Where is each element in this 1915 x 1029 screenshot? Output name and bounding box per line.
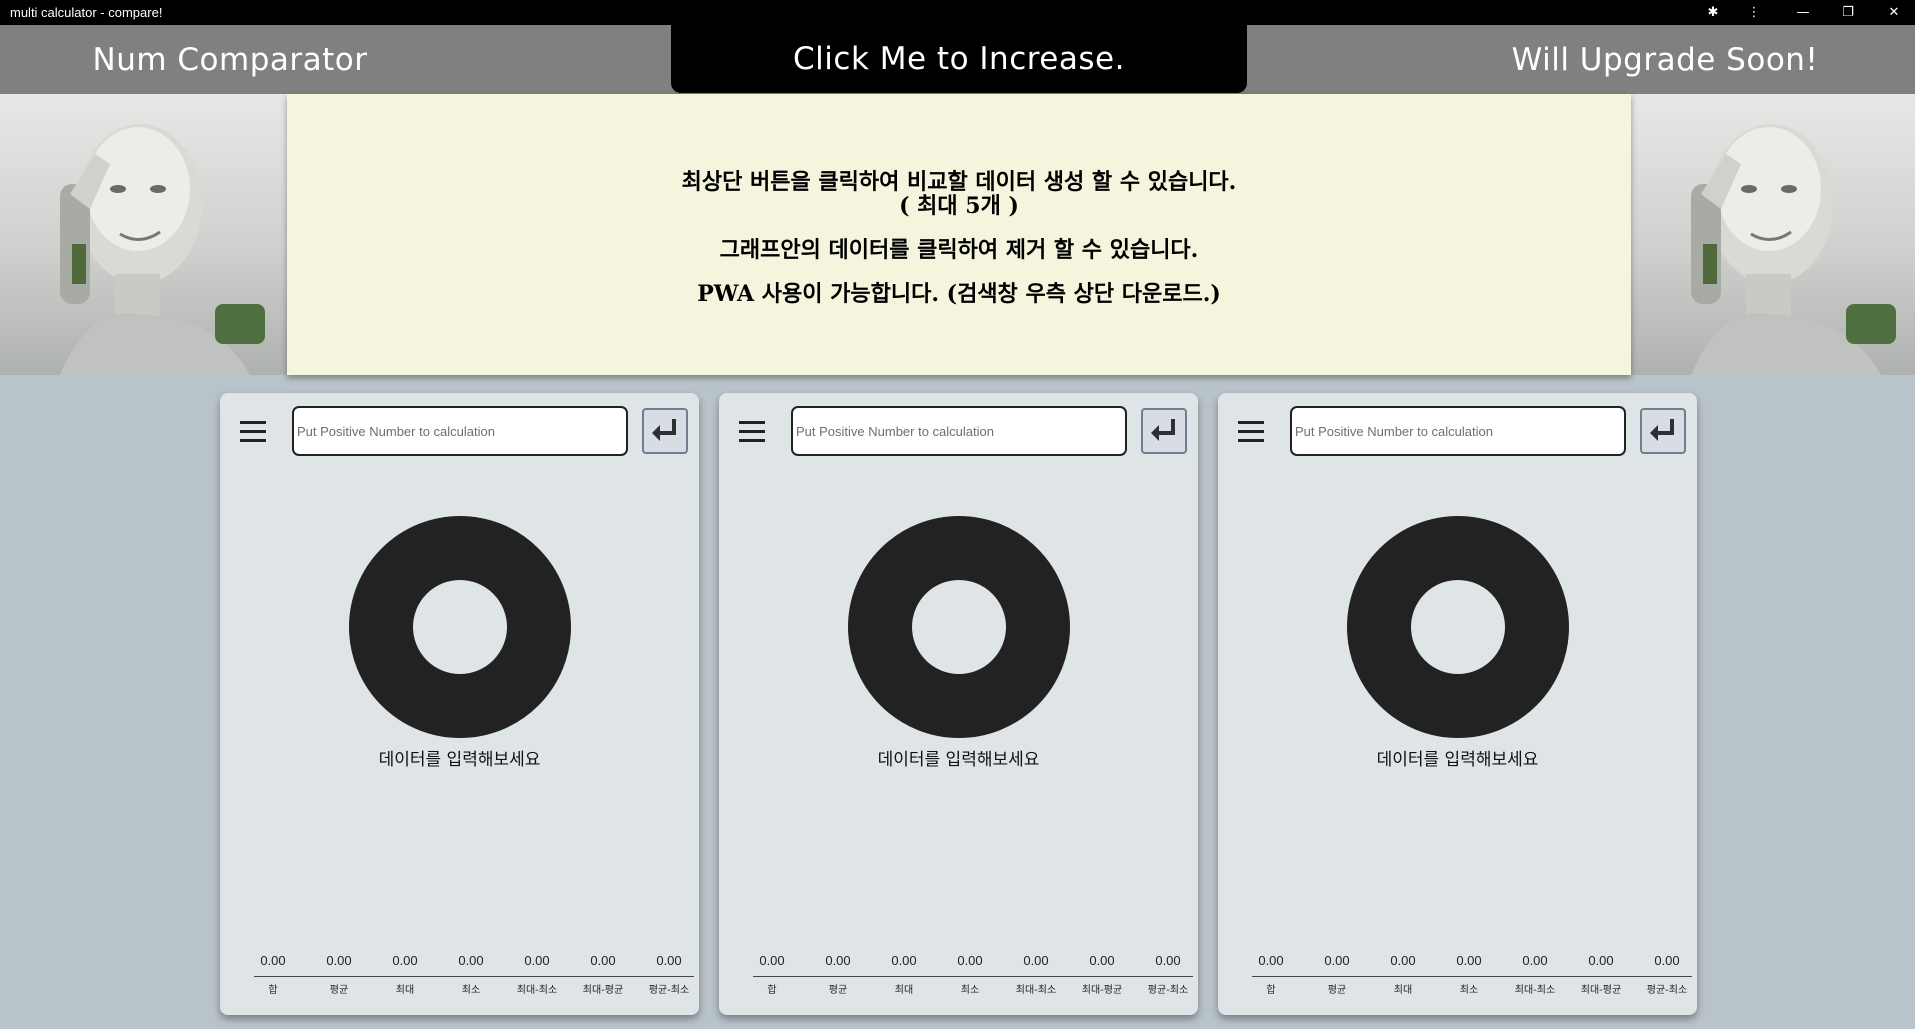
restore-button[interactable]: ❐ — [1830, 0, 1866, 25]
instruction-line-2: ( 최대 5개 ) — [899, 193, 1019, 219]
calculator-card: 데이터를 입력해보세요 0.00 0.00 0.00 0.00 0.00 0.0… — [719, 393, 1198, 1015]
menu-icon[interactable] — [1238, 421, 1264, 443]
stat-avg-min-label: 평균-최소 — [648, 985, 690, 996]
stat-max-min-label: 최대-최소 — [1514, 985, 1556, 996]
stat-min-value: 0.00 — [957, 953, 983, 968]
stat-max-avg-label: 최대-평균 — [1580, 985, 1622, 996]
stat-max-label: 최대 — [1393, 985, 1413, 996]
stat-avg-min-value: 0.00 — [1654, 953, 1680, 968]
stat-max-min-value: 0.00 — [1023, 953, 1049, 968]
menu-icon[interactable] — [240, 421, 266, 443]
stat-average-value: 0.00 — [326, 953, 352, 968]
app-header: Num Comparator Click Me to Increase. Wil… — [0, 25, 1915, 94]
number-input[interactable] — [1290, 406, 1626, 456]
donut-chart[interactable] — [1346, 515, 1570, 739]
stat-max-min-value: 0.00 — [524, 953, 550, 968]
stats-divider — [254, 976, 694, 977]
stat-max-value: 0.00 — [392, 953, 418, 968]
increase-button[interactable]: Click Me to Increase. — [671, 25, 1247, 93]
stat-max-label: 최대 — [395, 985, 415, 996]
stat-sum-value: 0.00 — [1258, 953, 1284, 968]
stat-min-value: 0.00 — [458, 953, 484, 968]
stat-max-avg-label: 최대-평균 — [1081, 985, 1123, 996]
stats-divider — [753, 976, 1193, 977]
stats-divider — [1252, 976, 1692, 977]
empty-data-message: 데이터를 입력해보세요 — [378, 750, 541, 770]
robot-image-right — [1631, 94, 1915, 375]
stat-avg-min-value: 0.00 — [1155, 953, 1181, 968]
donut-chart[interactable] — [348, 515, 572, 739]
stat-min-value: 0.00 — [1456, 953, 1482, 968]
calculator-card: 데이터를 입력해보세요 0.00 0.00 0.00 0.00 0.00 0.0… — [220, 393, 699, 1015]
donut-chart[interactable] — [847, 515, 1071, 739]
stat-min-label: 최소 — [1459, 985, 1479, 996]
stat-sum-value: 0.00 — [260, 953, 286, 968]
stat-average-value: 0.00 — [1324, 953, 1350, 968]
app-title: Num Comparator — [92, 41, 368, 78]
stat-max-value: 0.00 — [891, 953, 917, 968]
stat-average-label: 평균 — [1327, 985, 1347, 996]
stat-max-min-label: 최대-최소 — [1015, 985, 1057, 996]
stat-max-avg-value: 0.00 — [1089, 953, 1115, 968]
enter-button[interactable] — [1640, 408, 1686, 454]
stat-average-label: 평균 — [828, 985, 848, 996]
stats-values: 0.00 0.00 0.00 0.00 0.00 0.00 0.00 — [240, 953, 704, 971]
menu-icon[interactable] — [739, 421, 765, 443]
more-menu-icon[interactable]: ⋮ — [1736, 0, 1772, 25]
empty-data-message: 데이터를 입력해보세요 — [1376, 750, 1539, 770]
instruction-line-3: 그래프안의 데이터를 클릭하여 제거 할 수 있습니다. — [719, 237, 1199, 263]
window-titlebar: multi calculator - compare! ✱ ⋮ — ❐ ✕ — [0, 0, 1915, 25]
close-button[interactable]: ✕ — [1876, 0, 1912, 25]
stat-sum-label: 합 — [1266, 985, 1276, 996]
stat-avg-min-label: 평균-최소 — [1646, 985, 1688, 996]
enter-icon — [1151, 419, 1175, 441]
stat-avg-min-label: 평균-최소 — [1147, 985, 1189, 996]
upgrade-notice: Will Upgrade Soon! — [1511, 41, 1819, 78]
stat-sum-label: 합 — [268, 985, 278, 996]
enter-icon — [652, 419, 676, 441]
empty-data-message: 데이터를 입력해보세요 — [877, 750, 1040, 770]
stat-min-label: 최소 — [461, 985, 481, 996]
robot-image-left — [0, 94, 287, 375]
number-input[interactable] — [292, 406, 628, 456]
extensions-icon[interactable]: ✱ — [1695, 0, 1731, 25]
number-input[interactable] — [791, 406, 1127, 456]
instructions-panel: 최상단 버튼을 클릭하여 비교할 데이터 생성 할 수 있습니다. ( 최대 5… — [287, 94, 1631, 375]
stat-max-label: 최대 — [894, 985, 914, 996]
window-title: multi calculator - compare! — [10, 5, 163, 20]
instruction-line-4: PWA 사용이 가능합니다. (검색창 우측 상단 다운로드.) — [697, 281, 1221, 307]
minimize-button[interactable]: — — [1785, 0, 1821, 25]
enter-icon — [1650, 419, 1674, 441]
calculator-card: 데이터를 입력해보세요 0.00 0.00 0.00 0.00 0.00 0.0… — [1218, 393, 1697, 1015]
stat-avg-min-value: 0.00 — [656, 953, 682, 968]
enter-button[interactable] — [1141, 408, 1187, 454]
stats-values: 0.00 0.00 0.00 0.00 0.00 0.00 0.00 — [1238, 953, 1702, 971]
stat-max-min-value: 0.00 — [1522, 953, 1548, 968]
stat-sum-label: 합 — [767, 985, 777, 996]
stat-max-avg-value: 0.00 — [1588, 953, 1614, 968]
stat-max-value: 0.00 — [1390, 953, 1416, 968]
stat-average-value: 0.00 — [825, 953, 851, 968]
stats-values: 0.00 0.00 0.00 0.00 0.00 0.00 0.00 — [739, 953, 1203, 971]
stat-average-label: 평균 — [329, 985, 349, 996]
stat-sum-value: 0.00 — [759, 953, 785, 968]
stat-max-min-label: 최대-최소 — [516, 985, 558, 996]
stat-min-label: 최소 — [960, 985, 980, 996]
stat-max-avg-label: 최대-평균 — [582, 985, 624, 996]
enter-button[interactable] — [642, 408, 688, 454]
stat-max-avg-value: 0.00 — [590, 953, 616, 968]
